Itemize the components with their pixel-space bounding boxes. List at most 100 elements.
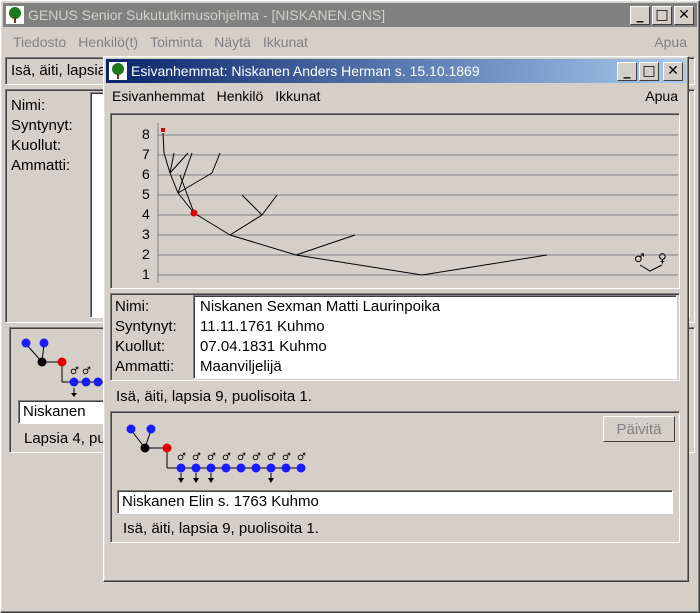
male-icon: ♂ xyxy=(207,452,216,463)
child-dot[interactable] xyxy=(296,463,306,473)
info-values-box: Niskanen Sexman Matti Laurinpoika 11.11.… xyxy=(193,295,677,379)
tree-branch xyxy=(193,212,231,236)
arrow-down-icon xyxy=(178,478,184,483)
child-dot[interactable] xyxy=(281,463,291,473)
main-label-died: Kuollut: xyxy=(11,137,62,154)
tree-branch xyxy=(211,152,221,174)
ancestor-chart[interactable]: 8 7 6 5 4 3 2 1 ♂ ♀ xyxy=(112,115,678,287)
arrow-down-icon xyxy=(208,478,214,483)
arrow-down-icon xyxy=(268,478,274,483)
child-dot[interactable] xyxy=(236,463,246,473)
child-dot[interactable] xyxy=(221,463,231,473)
child-family-text: Isä, äiti, lapsia 9, puolisoita 1. xyxy=(123,520,319,537)
main-name-field-text: Niskanen xyxy=(23,403,86,420)
y-tick-label: 2 xyxy=(142,246,150,262)
svg-text:♀: ♀ xyxy=(658,251,667,265)
tree-branch xyxy=(162,132,165,154)
svg-text:♂: ♂ xyxy=(82,366,91,377)
menu-nayta[interactable]: Näytä xyxy=(208,34,257,50)
value-died: 07.04.1831 Kuhmo xyxy=(200,338,327,355)
svg-text:♂: ♂ xyxy=(634,251,645,265)
male-icon: ♂ xyxy=(177,452,186,463)
tree-branch xyxy=(179,174,195,214)
tree-branch xyxy=(177,152,193,194)
tree-branch xyxy=(421,254,548,276)
tree-branch xyxy=(169,152,175,174)
child-name-text: Niskanen Elin s. 1763 Kuhmo xyxy=(122,493,319,510)
ancestors-window: Esivanhemmat: Niskanen Anders Herman s. … xyxy=(103,56,689,582)
main-minimize-button[interactable]: _ xyxy=(630,5,650,25)
ancestors-maximize-button[interactable]: □ xyxy=(639,61,659,81)
main-label-job: Ammatti: xyxy=(11,157,71,174)
ancestor-chart-panel: 8 7 6 5 4 3 2 1 ♂ ♀ xyxy=(110,113,680,289)
child-dot[interactable] xyxy=(251,463,261,473)
label-name: Nimi: xyxy=(115,298,150,315)
menu-henkilo[interactable]: Henkilö xyxy=(211,88,270,104)
tree-branch xyxy=(295,254,423,276)
ancestors-close-button[interactable]: ✕ xyxy=(663,61,683,81)
label-died: Kuollut: xyxy=(115,338,166,355)
y-tick-label: 8 xyxy=(142,126,150,142)
update-button[interactable]: Päivitä xyxy=(603,416,675,442)
label-born: Syntynyt: xyxy=(115,318,177,335)
tree-branch xyxy=(177,192,195,214)
child-dot[interactable] xyxy=(191,463,201,473)
tree-branch xyxy=(261,194,278,216)
main-title: GENUS Senior Sukututkimusohjelma - [NISK… xyxy=(28,7,386,23)
child-dot[interactable] xyxy=(176,463,186,473)
value-name: Niskanen Sexman Matti Laurinpoika xyxy=(200,298,441,315)
y-tick-label: 5 xyxy=(142,186,150,202)
menu-ikkunat[interactable]: Ikkunat xyxy=(257,34,314,50)
menu-esivanhemmat[interactable]: Esivanhemmat xyxy=(106,88,211,104)
child-family-panel: ♂ ♂ ♂ ♂ ♂ ♂ ♂ ♂ ♂ Päivitä Niskanen Elin s. 1763 … xyxy=(110,411,680,543)
menu-toiminta[interactable]: Toiminta xyxy=(144,34,208,50)
tree-branch xyxy=(169,172,179,194)
ancestors-minimize-button[interactable]: _ xyxy=(617,61,637,81)
child-dot[interactable] xyxy=(266,463,276,473)
ancestors-titlebar[interactable]: Esivanhemmat: Niskanen Anders Herman s. … xyxy=(106,59,686,83)
menu-ikkunat[interactable]: Ikkunat xyxy=(269,88,326,104)
male-icon: ♂ xyxy=(252,452,261,463)
value-job: Maanviljelijä xyxy=(200,358,282,375)
male-icon: ♂ xyxy=(267,452,276,463)
tree-branch xyxy=(229,214,263,236)
ancestors-menubar: Esivanhemmat Henkilö Ikkunat Apua xyxy=(106,88,684,104)
male-icon: ♂ xyxy=(282,452,291,463)
male-icon: ♂ xyxy=(237,452,246,463)
root-person-marker[interactable] xyxy=(161,128,165,132)
ancestors-title: Esivanhemmat: Niskanen Anders Herman s. … xyxy=(131,63,480,79)
main-label-born: Syntynyt: xyxy=(11,117,73,134)
app-tree-icon[interactable] xyxy=(6,6,24,24)
main-close-button[interactable]: ✕ xyxy=(674,5,694,25)
main-family-tree-icon[interactable]: ♂ ♂ xyxy=(20,336,110,400)
y-tick-label: 7 xyxy=(142,146,150,162)
tree-branch xyxy=(163,152,171,174)
tree-branch xyxy=(229,234,297,256)
y-tick-label: 4 xyxy=(142,206,150,222)
y-tick-label: 1 xyxy=(142,266,150,282)
svg-text:♂: ♂ xyxy=(70,366,79,377)
family-tree-icon[interactable]: ♂ ♂ ♂ ♂ ♂ ♂ ♂ ♂ ♂ xyxy=(119,422,319,490)
main-titlebar[interactable]: GENUS Senior Sukututkimusohjelma - [NISK… xyxy=(3,3,697,27)
selected-ancestor-marker[interactable] xyxy=(190,209,198,217)
y-tick-label: 3 xyxy=(142,226,150,242)
ancestor-family-text: Isä, äiti, lapsia 9, puolisoita 1. xyxy=(116,388,312,405)
main-label-name: Nimi: xyxy=(11,97,46,114)
main-maximize-button[interactable]: □ xyxy=(652,5,672,25)
male-icon: ♂ xyxy=(297,452,306,463)
app-tree-icon[interactable] xyxy=(109,62,127,80)
tree-branch xyxy=(241,194,263,216)
ancestor-info-panel: Nimi: Syntynyt: Kuollut: Ammatti: Niskan… xyxy=(110,293,680,381)
menu-apua[interactable]: Apua xyxy=(648,34,693,50)
y-tick-label: 6 xyxy=(142,166,150,182)
arrow-down-icon xyxy=(193,478,199,483)
main-menubar: Tiedosto Henkilö(t) Toiminta Näytä Ikkun… xyxy=(7,34,693,50)
menu-apua[interactable]: Apua xyxy=(639,88,684,104)
child-dot[interactable] xyxy=(206,463,216,473)
child-name-field[interactable]: Niskanen Elin s. 1763 Kuhmo xyxy=(117,490,673,514)
menu-tiedosto[interactable]: Tiedosto xyxy=(7,34,72,50)
menu-henkilot[interactable]: Henkilö(t) xyxy=(72,34,144,50)
label-job: Ammatti: xyxy=(115,358,175,375)
tree-branch xyxy=(295,234,356,256)
male-icon: ♂ xyxy=(192,452,201,463)
